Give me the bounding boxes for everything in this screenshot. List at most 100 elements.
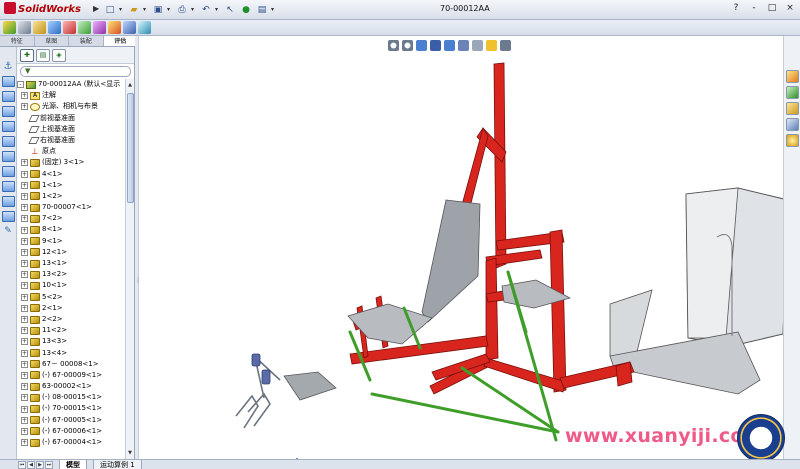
sensor-icon[interactable]: [63, 21, 76, 34]
expand-toggle-icon[interactable]: +: [21, 405, 28, 413]
tree-item[interactable]: +12<1>: [17, 247, 125, 258]
tree-item[interactable]: +2<1>: [17, 303, 125, 314]
tree-item[interactable]: +1<2>: [17, 191, 125, 202]
view-palette-icon[interactable]: [786, 118, 799, 131]
isometric-icon[interactable]: [1, 166, 15, 177]
tree-item[interactable]: + (-) 67-00004<1>: [17, 437, 125, 448]
tree-item[interactable]: +8<1>: [17, 224, 125, 235]
zoom-to-area-icon[interactable]: [402, 40, 413, 51]
link-view-icon[interactable]: ✎: [4, 226, 12, 236]
mass-properties-icon[interactable]: [33, 21, 46, 34]
scroll-down-icon[interactable]: ▼: [126, 449, 134, 457]
undo-icon[interactable]: ↶: [199, 3, 213, 17]
expand-toggle-icon[interactable]: -: [17, 81, 24, 89]
view-orientation-icon[interactable]: [444, 40, 455, 51]
tree-item[interactable]: 右视基准面: [17, 135, 125, 146]
options-dropdown-icon[interactable]: ▾: [271, 3, 277, 17]
tree-item[interactable]: +9<1>: [17, 236, 125, 247]
expand-toggle-icon[interactable]: +: [21, 192, 28, 200]
minimize-button[interactable]: -: [748, 3, 760, 13]
expand-toggle-icon[interactable]: +: [21, 170, 28, 178]
tree-item[interactable]: +13<3>: [17, 336, 125, 347]
save-icon[interactable]: ▣: [151, 3, 165, 17]
expand-toggle-icon[interactable]: +: [21, 159, 28, 167]
tree-item[interactable]: +13<2>: [17, 269, 125, 280]
expand-toggle-icon[interactable]: +: [21, 416, 28, 424]
expand-toggle-icon[interactable]: +: [21, 248, 28, 256]
next-tab-icon[interactable]: ▶: [36, 460, 44, 469]
tree-item[interactable]: + (-) 70-00015<1>: [17, 403, 125, 414]
tree-item[interactable]: + (-) 67-00006<1>: [17, 426, 125, 437]
scroll-up-icon[interactable]: ▲: [126, 81, 134, 89]
expand-toggle-icon[interactable]: +: [21, 383, 28, 391]
tree-item[interactable]: + (-) 67-00005<1>: [17, 415, 125, 426]
new-dropdown-icon[interactable]: ▾: [119, 3, 125, 17]
interference-check-icon[interactable]: [3, 21, 16, 34]
prev-tab-icon[interactable]: ◀: [27, 460, 35, 469]
print-icon[interactable]: ⎙: [175, 3, 189, 17]
expand-toggle-icon[interactable]: +: [21, 316, 28, 324]
expand-toggle-icon[interactable]: +: [21, 204, 28, 212]
save-dropdown-icon[interactable]: ▾: [167, 3, 173, 17]
simulation-icon[interactable]: [138, 21, 151, 34]
tree-item[interactable]: +10<1>: [17, 280, 125, 291]
dimetric-icon[interactable]: [1, 196, 15, 207]
design-library-icon[interactable]: [786, 86, 799, 99]
undo-dropdown-icon[interactable]: ▾: [215, 3, 221, 17]
tree-item[interactable]: 上视基准面: [17, 124, 125, 135]
expand-toggle-icon[interactable]: +: [21, 371, 28, 379]
maximize-button[interactable]: □: [766, 3, 778, 13]
expand-toggle-icon[interactable]: +: [21, 338, 28, 346]
anchor-icon[interactable]: ⚓: [4, 61, 13, 72]
expand-toggle-icon[interactable]: +: [21, 427, 28, 435]
feature-tree-tab-icon[interactable]: ✚: [20, 48, 34, 62]
expand-toggle-icon[interactable]: +: [21, 349, 28, 357]
tree-filter-input[interactable]: ▼: [20, 66, 131, 77]
tree-item[interactable]: +70-00007<1>: [17, 202, 125, 213]
tree-item[interactable]: +4<1>: [17, 169, 125, 180]
view-top-icon[interactable]: [1, 91, 15, 102]
tree-item[interactable]: +11<2>: [17, 325, 125, 336]
tree-item[interactable]: +13<1>: [17, 258, 125, 269]
tree-item[interactable]: +67－ 00008<1>: [17, 359, 125, 370]
tree-item[interactable]: + (-) 67-00009<1>: [17, 370, 125, 381]
splitter-grip-icon[interactable]: ⋮: [135, 274, 141, 288]
last-tab-icon[interactable]: ⏭: [45, 460, 53, 469]
tree-item[interactable]: + (-) 08-00015<1>: [17, 392, 125, 403]
tree-item[interactable]: + A 注解: [17, 90, 125, 101]
expand-toggle-icon[interactable]: +: [21, 237, 28, 245]
app-logo[interactable]: SolidWorks: [2, 2, 92, 18]
view-bottom-icon[interactable]: [1, 136, 15, 147]
tree-item[interactable]: 前视基准面: [17, 113, 125, 124]
tree-item[interactable]: - 70-00012AA (默认<显示: [17, 79, 125, 90]
first-tab-icon[interactable]: ⏮: [18, 460, 26, 469]
trimetric-icon[interactable]: [1, 181, 15, 192]
expand-toggle-icon[interactable]: +: [21, 394, 28, 402]
expand-toggle-icon[interactable]: +: [21, 439, 28, 447]
graphics-area[interactable]: [140, 36, 783, 459]
measure-icon[interactable]: [18, 21, 31, 34]
tab-sketch[interactable]: 草图: [35, 36, 69, 46]
tree-item[interactable]: + 光源、相机与布景: [17, 101, 125, 112]
edit-appearance-icon[interactable]: [486, 40, 497, 51]
solidworks-resources-icon[interactable]: [786, 70, 799, 83]
select-icon[interactable]: ↖: [223, 3, 237, 17]
previous-view-icon[interactable]: [416, 40, 427, 51]
normal-to-icon[interactable]: [1, 211, 15, 222]
view-settings-icon[interactable]: [500, 40, 511, 51]
tab-model[interactable]: 模型: [59, 459, 87, 469]
zebra-stripes-icon[interactable]: [123, 21, 136, 34]
expand-toggle-icon[interactable]: +: [21, 260, 28, 268]
options-icon[interactable]: ▤: [255, 3, 269, 17]
expand-toggle-icon[interactable]: +: [21, 215, 28, 223]
scroll-thumb[interactable]: [127, 93, 134, 203]
view-back-icon[interactable]: [1, 121, 15, 132]
tree-item[interactable]: +13<4>: [17, 348, 125, 359]
display-style-icon[interactable]: [458, 40, 469, 51]
section-properties-icon[interactable]: [48, 21, 61, 34]
expand-toggle-icon[interactable]: +: [21, 181, 28, 189]
expand-toggle-icon[interactable]: +: [21, 92, 28, 100]
file-explorer-icon[interactable]: [786, 102, 799, 115]
open-folder-icon[interactable]: ▰: [127, 3, 141, 17]
help-button[interactable]: ?: [730, 3, 742, 13]
